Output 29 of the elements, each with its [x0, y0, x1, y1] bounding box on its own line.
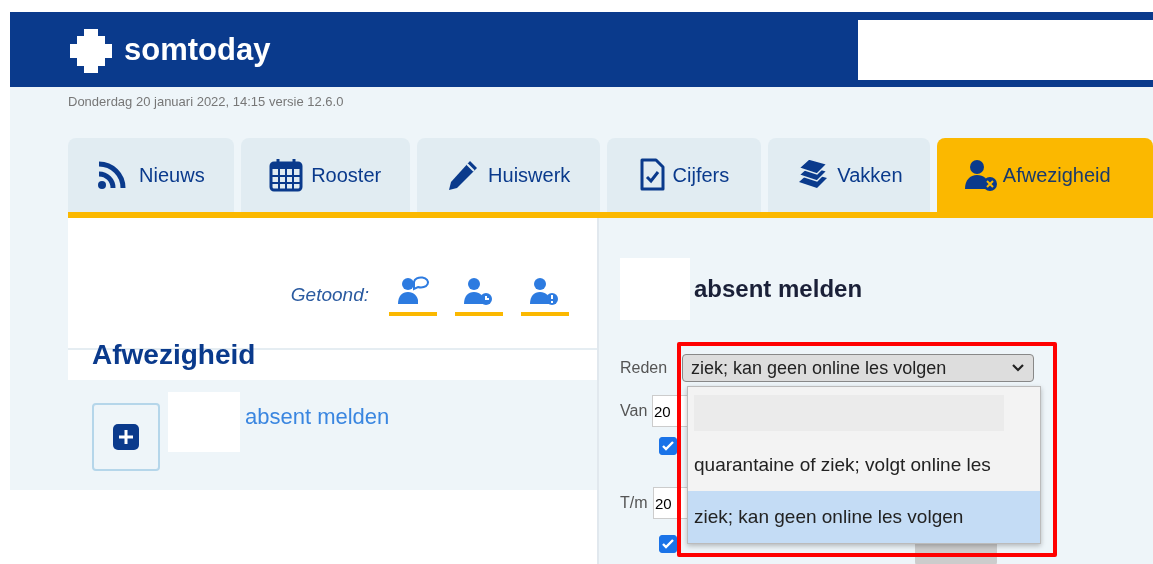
tab[interactable]: Rooster — [240, 138, 410, 212]
logo-text[interactable]: somtoday — [124, 31, 271, 68]
filter-toggle[interactable] — [389, 276, 437, 316]
checkbox[interactable] — [659, 437, 677, 455]
tab[interactable]: Afwezigheid — [936, 138, 1153, 212]
reason-select[interactable]: ziek; kan geen online les volgen — [682, 354, 1034, 382]
checkbox[interactable] — [659, 535, 677, 553]
document-check-icon — [638, 158, 665, 192]
tab[interactable]: Huiswerk — [416, 138, 600, 212]
add-button[interactable] — [92, 403, 160, 471]
dropdown-option[interactable]: ziek; kan geen online les volgen — [688, 491, 1040, 543]
calendar-icon — [269, 158, 304, 192]
chevron-down-icon — [1011, 363, 1025, 373]
dropdown-option[interactable]: quarantaine of ziek; volgt online les — [688, 439, 1040, 491]
reason-label: Reden — [620, 359, 669, 377]
tab[interactable]: Nieuws — [68, 138, 234, 212]
to-label: T/m — [620, 494, 649, 512]
person-speech-icon — [396, 276, 430, 306]
tab[interactable]: Vakken — [767, 138, 930, 212]
filter-label: Getoond: — [290, 284, 369, 306]
filter-toggle[interactable] — [455, 276, 503, 316]
person-x-icon — [962, 158, 999, 192]
filter-toggle[interactable] — [521, 276, 569, 316]
plus-icon — [113, 424, 139, 450]
tab[interactable]: Cijfers — [606, 138, 761, 212]
form-title: absent melden — [694, 275, 863, 303]
logo-icon — [68, 26, 114, 73]
from-label: Van — [620, 402, 649, 420]
date-line: Donderdag 20 januari 2022, 14:15 versie 12.6.0 — [68, 93, 345, 111]
